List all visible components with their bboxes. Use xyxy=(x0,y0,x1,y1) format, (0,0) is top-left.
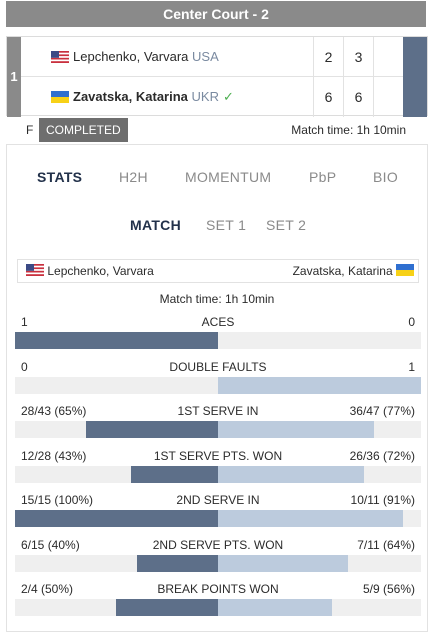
stats-right-player: Zavatska, Katarina xyxy=(293,264,414,278)
stat-row: 1 ACES 0 xyxy=(15,315,421,353)
ukraine-flag-icon xyxy=(396,264,414,276)
stat-row: 15/15 (100%) 2ND SERVE IN 10/11 (91%) xyxy=(15,493,421,531)
stat-label: DOUBLE FAULTS xyxy=(169,359,267,374)
player-name: Lepchenko, Varvara USA xyxy=(73,49,219,64)
subtab-set-1[interactable]: SET 1 xyxy=(206,217,246,233)
stat-bar-track xyxy=(15,554,421,572)
stat-right-value: 1 xyxy=(408,359,415,374)
stat-bar-track xyxy=(15,465,421,483)
player-row-lepchenko[interactable]: Lepchenko, Varvara USA 2 3 xyxy=(21,37,427,77)
status-badge: COMPLETED xyxy=(39,118,128,142)
stat-bar-right xyxy=(218,376,421,394)
stat-label: ACES xyxy=(201,315,235,329)
subtab-set-2[interactable]: SET 2 xyxy=(266,217,306,233)
stat-right-value: 36/47 (77%) xyxy=(349,404,415,418)
stat-bar-track xyxy=(15,376,421,394)
stat-bar-left xyxy=(131,465,218,483)
stat-row: 0 DOUBLE FAULTS 1 xyxy=(15,360,421,398)
set-score: 2 xyxy=(313,37,343,77)
stat-bar-right xyxy=(218,554,348,572)
stat-bar-right xyxy=(218,599,332,616)
stat-right-value: 7/11 (64%) xyxy=(357,537,415,552)
stat-row: 28/43 (65%) 1ST SERVE IN 36/47 (77%) xyxy=(15,404,421,442)
stat-right-value: 10/11 (91%) xyxy=(350,493,415,507)
stat-right-value: 5/9 (56%) xyxy=(362,582,415,596)
stat-bar-left xyxy=(116,599,218,616)
stat-row: 12/28 (43%) 1ST SERVE PTS. WON 26/36 (72%) xyxy=(15,449,421,487)
stat-bar-left xyxy=(15,510,218,527)
round-number: 1 xyxy=(7,37,21,117)
subtab-match[interactable]: MATCH xyxy=(130,217,181,233)
stat-label: BREAK POINTS WON xyxy=(157,582,279,596)
player-name: Zavatska, Katarina UKR ✓ xyxy=(73,89,234,104)
score-sidebar xyxy=(403,37,427,77)
stat-bar-track xyxy=(15,599,421,616)
stat-bar-left xyxy=(86,421,218,438)
stat-bar-right xyxy=(218,465,364,483)
stats-left-player: Lepchenko, Varvara xyxy=(26,264,154,278)
match-scoreboard[interactable]: 1 Lepchenko, Varvara USA 2 3 Zavatska, K… xyxy=(6,36,428,117)
tab-pbp[interactable]: PbP xyxy=(309,169,336,185)
stats-match-time: Match time: 1h 10min xyxy=(159,292,275,306)
stat-row: 6/15 (40%) 2ND SERVE PTS. WON 7/11 (64%) xyxy=(15,538,421,576)
tab-bio[interactable]: BIO xyxy=(373,169,398,185)
stat-right-value: 26/36 (72%) xyxy=(349,448,415,463)
stats-player-header: Lepchenko, Varvara Zavatska, Katarina xyxy=(17,259,419,283)
stat-bar-right xyxy=(218,421,374,438)
match-time: Match time: 1h 10min xyxy=(291,123,406,137)
set-tabs: MATCH SET 1 SET 2 xyxy=(7,217,427,235)
set-score: 6 xyxy=(313,77,343,117)
court-title: Center Court - 2 xyxy=(6,1,426,27)
player-country: USA xyxy=(192,49,219,64)
ukraine-flag-icon xyxy=(51,91,69,103)
set-score: 3 xyxy=(343,37,373,77)
us-flag-icon xyxy=(51,51,69,63)
tab-momentum[interactable]: MOMENTUM xyxy=(185,169,271,185)
us-flag-icon xyxy=(26,264,44,276)
stats-panel: STATS H2H MOMENTUM PbP BIO MATCH SET 1 S… xyxy=(6,144,428,632)
stat-row: 2/4 (50%) BREAK POINTS WON 5/9 (56%) xyxy=(15,582,421,620)
stat-bar-left xyxy=(15,332,218,349)
set-score: 6 xyxy=(343,77,373,117)
player-country: UKR xyxy=(191,89,219,104)
set-score xyxy=(373,37,403,77)
stat-bar-left xyxy=(137,554,218,572)
player-row-zavatska[interactable]: Zavatska, Katarina UKR ✓ 6 6 xyxy=(21,77,427,117)
main-tabs: STATS H2H MOMENTUM PbP BIO xyxy=(7,169,427,189)
tab-h2h[interactable]: H2H xyxy=(119,169,148,185)
checkmark-icon: ✓ xyxy=(222,89,234,104)
tab-stats[interactable]: STATS xyxy=(37,169,82,185)
match-status-row: F COMPLETED Match time: 1h 10min xyxy=(6,116,428,144)
stat-bar-track xyxy=(15,421,421,438)
set-score xyxy=(373,77,403,117)
stat-bar-track xyxy=(15,510,421,527)
stat-bar-right xyxy=(218,510,403,527)
stat-right-value: 0 xyxy=(408,315,415,329)
stat-bar-track xyxy=(15,332,421,349)
score-sidebar xyxy=(403,77,427,117)
status-prefix: F xyxy=(26,123,34,137)
